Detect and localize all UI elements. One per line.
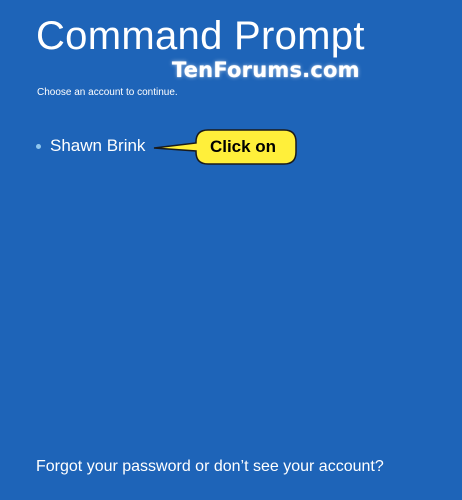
instruction-text: Choose an account to continue. [37, 87, 178, 98]
account-item-shawn-brink[interactable]: Shawn Brink [36, 136, 145, 156]
bullet-icon [36, 143, 41, 149]
callout-text: Click on [209, 137, 277, 156]
account-name: Shawn Brink [50, 136, 146, 155]
page-title: Command Prompt [36, 14, 365, 58]
watermark-logo: TenForums.com [172, 58, 360, 82]
forgot-password-link[interactable]: Forgot your password or don’t see your a… [36, 458, 384, 476]
click-on-callout: Click on [150, 125, 300, 169]
